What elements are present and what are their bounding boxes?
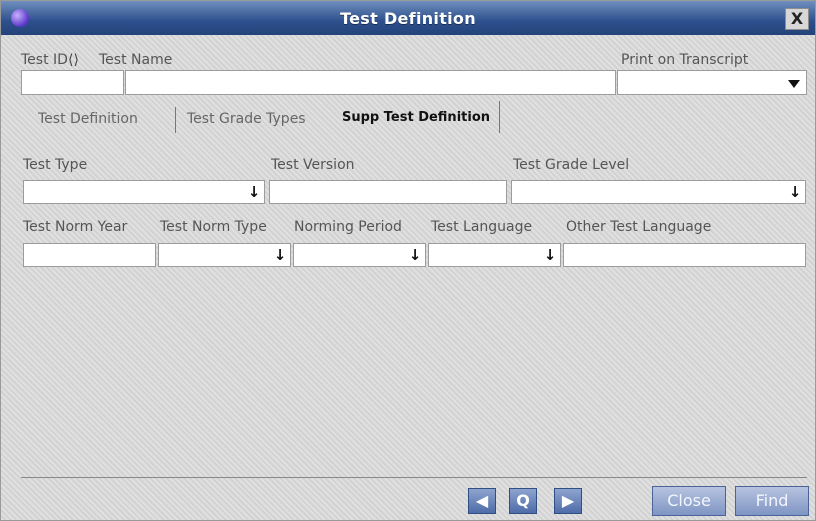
- tab-separator: [175, 107, 176, 133]
- test-norm-year-label: Test Norm Year: [23, 219, 128, 235]
- dropdown-arrow-icon: ↓: [408, 246, 422, 264]
- find-button[interactable]: Find: [735, 486, 809, 516]
- other-test-language-label: Other Test Language: [566, 219, 712, 235]
- window-title: Test Definition: [340, 9, 476, 28]
- dropdown-arrow-icon: ↓: [247, 183, 261, 201]
- test-language-label: Test Language: [431, 219, 533, 235]
- tab-supp-test-definition[interactable]: Supp Test Definition: [342, 110, 490, 125]
- dropdown-arrow-icon: ↓: [788, 183, 802, 201]
- title-bar: Test Definition X: [1, 1, 815, 35]
- footer-divider: [21, 477, 807, 478]
- tab-test-definition[interactable]: Test Definition: [38, 111, 138, 127]
- close-button[interactable]: Close: [652, 486, 726, 516]
- prev-icon[interactable]: ◀: [468, 488, 496, 514]
- test-id-label: Test ID: [21, 52, 68, 68]
- test-grade-level-select[interactable]: ↓: [511, 180, 806, 204]
- test-language-select[interactable]: ↓: [428, 243, 561, 267]
- other-test-language-field[interactable]: [563, 243, 806, 267]
- dropdown-arrow-icon: ↓: [543, 246, 557, 264]
- test-name-label: Test Name: [99, 52, 173, 68]
- print-on-transcript-select[interactable]: [617, 70, 807, 95]
- tab-separator: [499, 101, 500, 133]
- test-name-field[interactable]: [125, 70, 616, 95]
- test-version-label: Test Version: [271, 157, 355, 173]
- test-type-label: Test Type: [23, 157, 88, 173]
- norming-period-select[interactable]: ↓: [293, 243, 426, 267]
- close-icon[interactable]: X: [785, 8, 809, 30]
- next-icon[interactable]: ▶: [554, 488, 582, 514]
- test-norm-year-field[interactable]: [23, 243, 156, 267]
- test-definition-window: Test Definition X Test ID ⟨⟩ Test Name P…: [0, 0, 816, 521]
- tab-test-grade-types[interactable]: Test Grade Types: [187, 111, 306, 127]
- zoom-icon[interactable]: Q: [509, 488, 537, 514]
- record-arrows-icon[interactable]: ⟨⟩: [68, 52, 79, 68]
- test-grade-level-label: Test Grade Level: [513, 157, 630, 173]
- test-version-field[interactable]: [269, 180, 507, 204]
- dropdown-arrow-icon: ↓: [273, 246, 287, 264]
- dropdown-arrow-icon: [788, 80, 800, 88]
- test-norm-type-label: Test Norm Type: [160, 219, 267, 235]
- test-norm-type-select[interactable]: ↓: [158, 243, 291, 267]
- norming-period-label: Norming Period: [294, 219, 402, 235]
- print-on-transcript-label: Print on Transcript: [621, 52, 749, 68]
- test-type-select[interactable]: ↓: [23, 180, 265, 204]
- test-id-field[interactable]: [21, 70, 124, 95]
